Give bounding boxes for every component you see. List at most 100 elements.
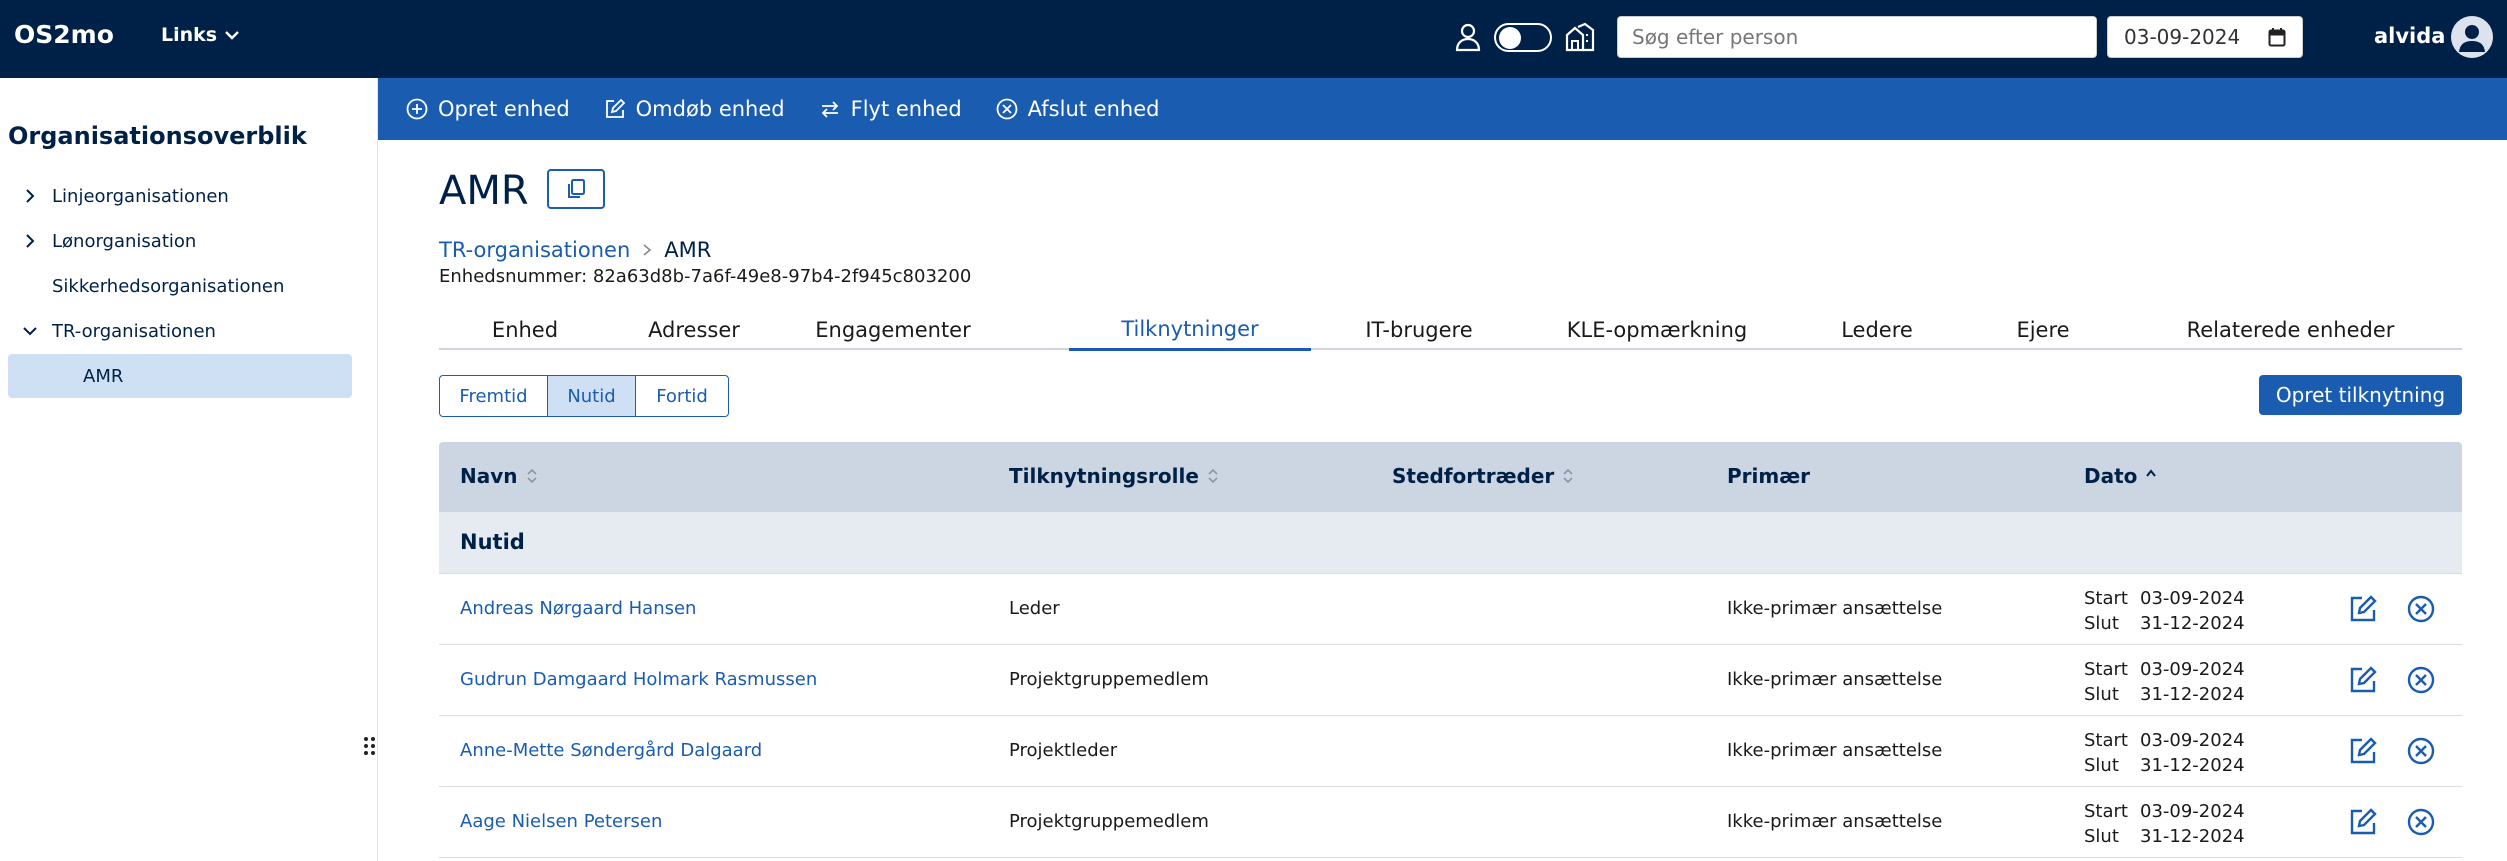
- end-unit-label: Afslut enhed: [1027, 97, 1160, 121]
- tab-tilknytninger[interactable]: Tilknytninger: [1069, 310, 1311, 351]
- create-unit-button[interactable]: Opret enhed: [406, 97, 570, 121]
- association-role: Projektleder: [1009, 740, 1118, 761]
- table-group-row: Nutid: [439, 512, 2462, 574]
- edit-icon[interactable]: [2348, 594, 2378, 624]
- association-role: Leder: [1009, 598, 1060, 619]
- move-unit-button[interactable]: Flyt enhed: [819, 97, 962, 121]
- end-date: 31-12-2024: [2140, 684, 2245, 705]
- chevron-right-icon: [643, 244, 652, 256]
- tree-item-label: AMR: [83, 365, 124, 387]
- rename-unit-label: Omdøb enhed: [635, 97, 785, 121]
- person-link[interactable]: Andreas Nørgaard Hansen: [460, 598, 696, 619]
- tab-adresser[interactable]: Adresser: [611, 310, 777, 350]
- rename-unit-button[interactable]: Omdøb enhed: [604, 97, 785, 121]
- sidebar: Organisationsoverblik Linjeorganisatione…: [0, 78, 378, 861]
- column-header-name[interactable]: Navn: [460, 464, 538, 488]
- end-date: 31-12-2024: [2140, 826, 2245, 847]
- chevron-right-icon[interactable]: [22, 233, 38, 249]
- primary-value: Ikke-primær ansættelse: [1727, 740, 1943, 761]
- tab-enhed[interactable]: Enhed: [439, 310, 611, 350]
- date-range: Start 03-09-2024 Slut 31-12-2024: [2084, 657, 2245, 707]
- copy-button[interactable]: [547, 169, 605, 209]
- terminate-icon[interactable]: [2406, 736, 2436, 766]
- tree-item-sikkerhedsorganisationen[interactable]: Sikkerhedsorganisationen: [8, 264, 352, 308]
- filter-fremtid[interactable]: Fremtid: [440, 376, 548, 416]
- top-bar: OS2mo Links Søg efter person 03-09-2024 …: [0, 0, 2507, 78]
- terminate-icon[interactable]: [2406, 665, 2436, 695]
- start-date: 03-09-2024: [2140, 588, 2245, 609]
- table-row: Aage Nielsen Petersen Projektgruppemedle…: [439, 787, 2462, 858]
- person-link[interactable]: Gudrun Damgaard Holmark Rasmussen: [460, 669, 817, 690]
- edit-icon: [605, 98, 625, 118]
- tree-item-loenorganisation[interactable]: Lønorganisation: [8, 219, 352, 263]
- tab-engagementer[interactable]: Engagementer: [777, 310, 1009, 350]
- column-header-label: Dato: [2084, 464, 2138, 488]
- tab-relaterede-enheder[interactable]: Relaterede enheder: [2119, 310, 2462, 350]
- time-filter: Fremtid Nutid Fortid: [439, 375, 729, 417]
- copy-icon: [568, 179, 585, 198]
- primary-value: Ikke-primær ansættelse: [1727, 811, 1943, 832]
- person-link[interactable]: Anne-Mette Søndergård Dalgaard: [460, 740, 762, 761]
- column-header-date[interactable]: Dato: [2084, 464, 2157, 488]
- column-header-label: Tilknytningsrolle: [1009, 464, 1199, 488]
- create-association-button[interactable]: Opret tilknytning: [2259, 375, 2462, 415]
- tab-ejere[interactable]: Ejere: [1967, 310, 2119, 350]
- links-menu[interactable]: Links: [161, 24, 239, 46]
- avatar[interactable]: [2451, 16, 2493, 58]
- username[interactable]: alvida: [2374, 24, 2445, 48]
- start-date: 03-09-2024: [2140, 801, 2245, 822]
- association-role: Projektgruppemedlem: [1009, 669, 1209, 690]
- person-search-input[interactable]: Søg efter person: [1617, 16, 2097, 58]
- user-avatar-icon: [2459, 25, 2485, 52]
- sort-icon: [526, 468, 537, 484]
- column-header-role[interactable]: Tilknytningsrolle: [1009, 464, 1219, 488]
- chevron-down-icon: [225, 31, 239, 40]
- end-date: 31-12-2024: [2140, 755, 2245, 776]
- tree-item-amr[interactable]: AMR: [8, 354, 352, 398]
- tree-item-label: Lønorganisation: [52, 230, 197, 252]
- filter-fortid[interactable]: Fortid: [636, 376, 728, 416]
- column-header-label: Primær: [1727, 464, 1811, 488]
- chevron-down-icon[interactable]: [22, 323, 38, 339]
- date-value: 03-09-2024: [2124, 25, 2241, 49]
- breadcrumb-current: AMR: [664, 238, 712, 262]
- chevron-right-icon[interactable]: [22, 188, 38, 204]
- terminate-icon[interactable]: [2406, 807, 2436, 837]
- edit-icon[interactable]: [2348, 665, 2378, 695]
- filter-nutid[interactable]: Nutid: [548, 376, 636, 416]
- end-label: Slut: [2084, 684, 2119, 705]
- breadcrumb-link-tr-organisationen[interactable]: TR-organisationen: [439, 238, 630, 262]
- table-row: Anne-Mette Søndergård Dalgaard Projektle…: [439, 716, 2462, 787]
- tree-item-label: TR-organisationen: [52, 320, 216, 342]
- edit-icon[interactable]: [2348, 807, 2378, 837]
- view-toggle[interactable]: [1494, 23, 1552, 52]
- column-header-label: Stedfortræder: [1392, 464, 1555, 488]
- edit-icon[interactable]: [2348, 736, 2378, 766]
- tab-ledere[interactable]: Ledere: [1787, 310, 1967, 350]
- tree-item-linjeorganisationen[interactable]: Linjeorganisationen: [8, 174, 352, 218]
- unit-tabs: Enhed Adresser Engagementer Tilknytninge…: [439, 310, 2462, 351]
- page-title: AMR: [439, 168, 529, 214]
- tree-item-tr-organisationen[interactable]: TR-organisationen: [8, 309, 352, 353]
- date-range: Start 03-09-2024 Slut 31-12-2024: [2084, 728, 2245, 778]
- person-link[interactable]: Aage Nielsen Petersen: [460, 811, 662, 832]
- end-unit-button[interactable]: Afslut enhed: [996, 97, 1160, 121]
- unit-action-bar: Opret enhed Omdøb enhed Flyt enhed Afslu…: [378, 78, 2507, 140]
- association-role: Projektgruppemedlem: [1009, 811, 1209, 832]
- end-label: Slut: [2084, 613, 2119, 634]
- links-label: Links: [161, 24, 218, 46]
- column-header-substitute[interactable]: Stedfortræder: [1392, 464, 1574, 488]
- resize-handle-icon[interactable]: [362, 733, 378, 761]
- tab-it-brugere[interactable]: IT-brugere: [1311, 310, 1527, 350]
- tab-kle-opmaerkning[interactable]: KLE-opmærkning: [1527, 310, 1787, 350]
- table-row: Gudrun Damgaard Holmark Rasmussen Projek…: [439, 645, 2462, 716]
- table-row: Andreas Nørgaard Hansen Leder Ikke-primæ…: [439, 574, 2462, 645]
- terminate-icon[interactable]: [2406, 594, 2436, 624]
- start-label: Start: [2084, 730, 2128, 751]
- column-header-label: Navn: [460, 464, 518, 488]
- sort-ascending-icon: [2146, 469, 2157, 477]
- app-logo[interactable]: OS2mo: [14, 20, 114, 49]
- date-picker[interactable]: 03-09-2024: [2107, 16, 2303, 58]
- primary-value: Ikke-primær ansættelse: [1727, 598, 1943, 619]
- table-header: Navn Tilknytningsrolle Stedfortræder Pri…: [439, 442, 2462, 512]
